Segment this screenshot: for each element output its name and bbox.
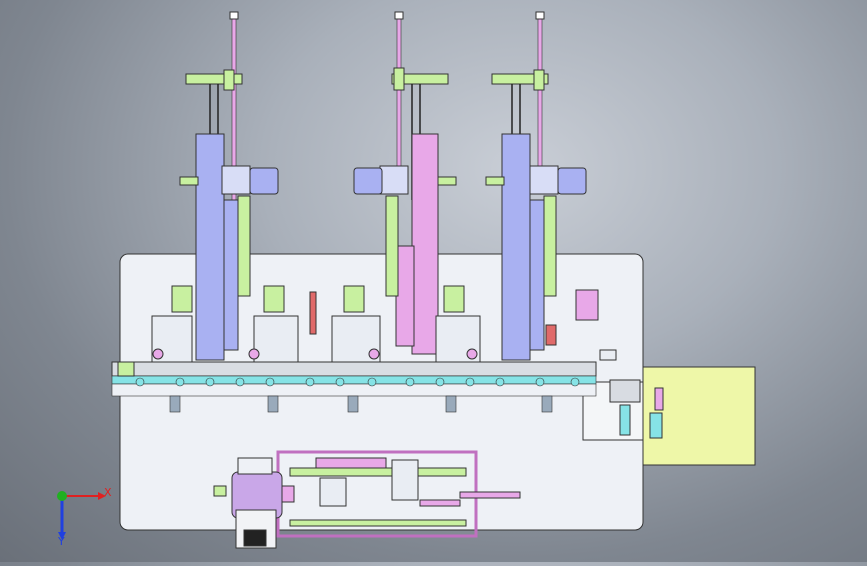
motor-left [249, 167, 279, 195]
blue-column-left [195, 133, 225, 361]
motor-center [353, 167, 383, 195]
rod-center [396, 13, 402, 175]
blue-column-right [501, 133, 531, 361]
coordinate-triad: X Y [48, 480, 118, 550]
origin-dot [57, 491, 67, 501]
rod-right [537, 13, 543, 175]
x-axis-label: X [104, 486, 112, 499]
assembly-drawing [111, 11, 756, 549]
pink-column-center [411, 133, 439, 355]
y-axis-label: Y [58, 535, 65, 548]
motor-right [557, 167, 587, 195]
cad-model-viewport[interactable]: X Y [0, 0, 867, 562]
main-rail [111, 361, 597, 377]
